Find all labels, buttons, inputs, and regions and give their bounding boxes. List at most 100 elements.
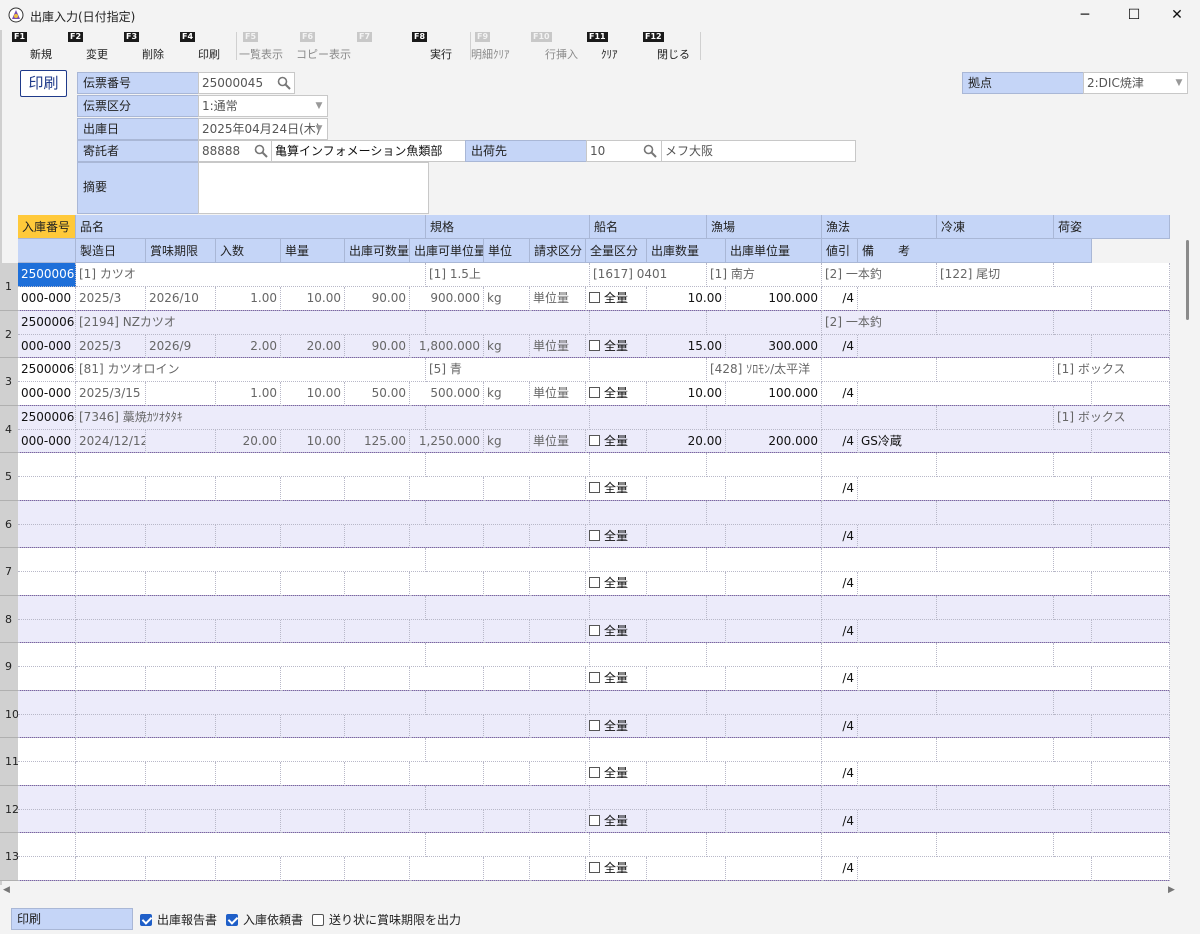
- grid-cell-mfg[interactable]: [76, 619, 146, 643]
- grid-cell-note[interactable]: [858, 572, 1092, 596]
- row-number[interactable]: 5: [0, 453, 18, 501]
- grid-cell-ground[interactable]: [707, 833, 822, 857]
- grid-cell-spec[interactable]: [426, 738, 590, 762]
- grid-cell-all[interactable]: 全量: [586, 667, 647, 691]
- grid-cell-avail-qty[interactable]: 90.00: [345, 334, 410, 358]
- grid-cell-note[interactable]: [858, 762, 1092, 786]
- grid-cell-avail-qty[interactable]: [345, 477, 410, 501]
- grid-cell-best[interactable]: [146, 477, 216, 501]
- grid-cell-method[interactable]: [822, 548, 937, 572]
- grid-cell-bill[interactable]: [530, 762, 586, 786]
- grid-cell-lot[interactable]: 000-000: [18, 429, 76, 453]
- grid-cell-receipt[interactable]: [18, 643, 76, 667]
- grid-cell-pack[interactable]: [1054, 548, 1170, 572]
- ship-date-picker[interactable]: 2025年04月24日(木): [198, 118, 328, 140]
- grid-cell-receipt[interactable]: 25000067: [18, 405, 76, 430]
- toolbar-button-f5[interactable]: F5 一覧表示: [239, 32, 299, 62]
- all-quantity-checkbox[interactable]: [589, 529, 600, 541]
- grid-cell-ship[interactable]: [590, 548, 707, 572]
- grid-cell-avail-unit[interactable]: 1,800.000: [410, 334, 484, 358]
- grid-cell-pack[interactable]: [1054, 690, 1170, 715]
- grid-cell-ship[interactable]: [590, 643, 707, 667]
- grid-cell-out-qty[interactable]: [647, 762, 726, 786]
- grid-cell--blank[interactable]: [1092, 857, 1170, 881]
- grid-cell-lot[interactable]: 000-000: [18, 287, 76, 311]
- chevron-down-icon[interactable]: ▼: [1172, 73, 1186, 93]
- grid-cell-best[interactable]: [146, 524, 216, 548]
- grid-cell-out-qty[interactable]: 20.00: [647, 429, 726, 453]
- grid-cell-pack[interactable]: [1054, 833, 1170, 857]
- grid-cell-frozen[interactable]: [937, 785, 1054, 810]
- grid-cell-ship[interactable]: [590, 500, 707, 525]
- grid-cell-lot[interactable]: [18, 572, 76, 596]
- all-quantity-checkbox[interactable]: [589, 814, 600, 826]
- grid-cell-out-unit[interactable]: 100.000: [726, 287, 822, 311]
- grid-cell-out-qty[interactable]: 10.00: [647, 382, 726, 406]
- grid-cell--blank[interactable]: [1092, 667, 1170, 691]
- grid-cell-bill[interactable]: [530, 667, 586, 691]
- grid-cell-best[interactable]: [146, 667, 216, 691]
- toolbar-button-f7[interactable]: F7: [357, 32, 413, 62]
- grid-cell-disc[interactable]: /4: [822, 287, 858, 311]
- grid-cell-disc[interactable]: /4: [822, 524, 858, 548]
- grid-cell-avail-qty[interactable]: [345, 762, 410, 786]
- grid-cell-avail-unit[interactable]: 1,250.000: [410, 429, 484, 453]
- search-icon[interactable]: [253, 143, 269, 159]
- grid-cell-avail-qty[interactable]: 50.00: [345, 382, 410, 406]
- all-quantity-checkbox[interactable]: [589, 577, 600, 588]
- grid-cell-out-unit[interactable]: 200.000: [726, 429, 822, 453]
- grid-cell-note[interactable]: [858, 287, 1092, 311]
- grid-cell-item[interactable]: [76, 690, 426, 715]
- grid-cell-disc[interactable]: /4: [822, 809, 858, 833]
- grid-cell-mfg[interactable]: 2025/3: [76, 334, 146, 358]
- grid-cell-tanryo[interactable]: [281, 477, 345, 501]
- grid-cell--blank[interactable]: [1092, 477, 1170, 501]
- grid-cell-disc[interactable]: /4: [822, 429, 858, 453]
- grid-cell-ground[interactable]: [707, 690, 822, 715]
- grid-cell-ground[interactable]: [1] 南方: [707, 263, 822, 287]
- grid-cell-out-unit[interactable]: [726, 524, 822, 548]
- row-number[interactable]: 12: [0, 785, 19, 833]
- grid-cell-mfg[interactable]: 2024/12/12: [76, 429, 146, 453]
- grid-cell-avail-qty[interactable]: [345, 572, 410, 596]
- grid-cell-irisu[interactable]: 1.00: [216, 287, 281, 311]
- grid-cell-pack[interactable]: [1054, 453, 1170, 477]
- ship-report-checkbox[interactable]: 出庫報告書: [140, 911, 217, 928]
- grid-cell-bill[interactable]: [530, 857, 586, 881]
- maximize-button[interactable]: ☐: [1111, 0, 1157, 30]
- grid-cell-pack[interactable]: [1] ボックス: [1054, 358, 1170, 382]
- chevron-down-icon[interactable]: ▼: [312, 96, 326, 116]
- grid-cell-bill[interactable]: [530, 619, 586, 643]
- grid-cell-ground[interactable]: [707, 785, 822, 810]
- grid-cell-lot[interactable]: [18, 762, 76, 786]
- grid-cell-frozen[interactable]: [937, 595, 1054, 620]
- grid-cell-out-unit[interactable]: 100.000: [726, 382, 822, 406]
- grid-cell-spec[interactable]: [426, 500, 590, 525]
- grid-cell-avail-unit[interactable]: [410, 714, 484, 738]
- grid-cell-unit[interactable]: [484, 524, 530, 548]
- grid-cell-ship[interactable]: [590, 690, 707, 715]
- grid-cell-irisu[interactable]: [216, 809, 281, 833]
- grid-cell-frozen[interactable]: [937, 500, 1054, 525]
- grid-cell--blank[interactable]: [1092, 382, 1170, 406]
- grid-cell-tanryo[interactable]: [281, 619, 345, 643]
- grid-cell-note[interactable]: [858, 382, 1092, 406]
- grid-cell-tanryo[interactable]: [281, 714, 345, 738]
- toolbar-button-f3[interactable]: F3 削除: [124, 32, 180, 62]
- grid-cell-item[interactable]: [76, 500, 426, 525]
- grid-cell-item[interactable]: [76, 453, 426, 477]
- grid-cell--blank[interactable]: [1092, 572, 1170, 596]
- grid-cell-avail-qty[interactable]: [345, 714, 410, 738]
- grid-cell--blank[interactable]: [1092, 429, 1170, 453]
- grid-cell-pack[interactable]: [1054, 738, 1170, 762]
- grid-cell-disc[interactable]: /4: [822, 667, 858, 691]
- grid-cell-unit[interactable]: [484, 809, 530, 833]
- grid-cell-irisu[interactable]: [216, 667, 281, 691]
- grid-cell-method[interactable]: [822, 595, 937, 620]
- grid-cell-bill[interactable]: [530, 524, 586, 548]
- grid-cell-ground[interactable]: [707, 595, 822, 620]
- grid-cell-lot[interactable]: [18, 809, 76, 833]
- grid-cell-tanryo[interactable]: [281, 809, 345, 833]
- grid-cell-unit[interactable]: [484, 572, 530, 596]
- grid-cell-spec[interactable]: [426, 833, 590, 857]
